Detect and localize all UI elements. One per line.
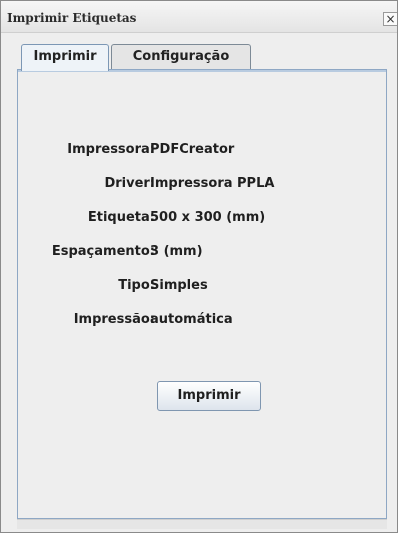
bottom-scrollbar-strip [17,519,387,529]
detail-row-driver: Driver: Impressora PPLA [18,176,388,196]
spacing-label: Espaçamento: [51,244,155,259]
tab-imprimir[interactable]: Imprimir [21,44,109,71]
label-size-value: 500 x 300 (mm) [150,210,266,225]
tab-configuracao[interactable]: Configuração [111,44,251,70]
print-labels-window: Imprimir Etiquetas × Imprimir Configuraç… [0,0,398,533]
label-size-label: Etiqueta: [87,210,155,225]
driver-value: Impressora PPLA [150,176,275,191]
print-mode-value: automática [150,312,233,327]
detail-row-spacing: Espaçamento: 3 (mm) [18,244,388,264]
driver-label: Driver: [104,176,155,191]
detail-row-type: Tipo: Simples [18,278,388,298]
detail-row-label-size: Etiqueta: 500 x 300 (mm) [18,210,388,230]
printer-label: Impressora: [67,142,155,157]
title-bar: Imprimir Etiquetas × [1,1,397,33]
detail-row-printer: Impressora: PDFCreator [18,142,388,162]
type-value: Simples [150,278,208,293]
close-icon[interactable]: × [383,12,397,26]
tab-strip: Imprimir Configuração [21,44,281,71]
print-tab-panel: Impressora: PDFCreator Driver: Impressor… [17,69,387,519]
window-title: Imprimir Etiquetas [7,11,137,25]
print-mode-label: Impressão: [73,312,155,327]
printer-value: PDFCreator [150,142,235,157]
detail-row-print-mode: Impressão: automática [18,312,388,332]
spacing-value: 3 (mm) [150,244,203,259]
print-button[interactable]: Imprimir [157,381,261,411]
